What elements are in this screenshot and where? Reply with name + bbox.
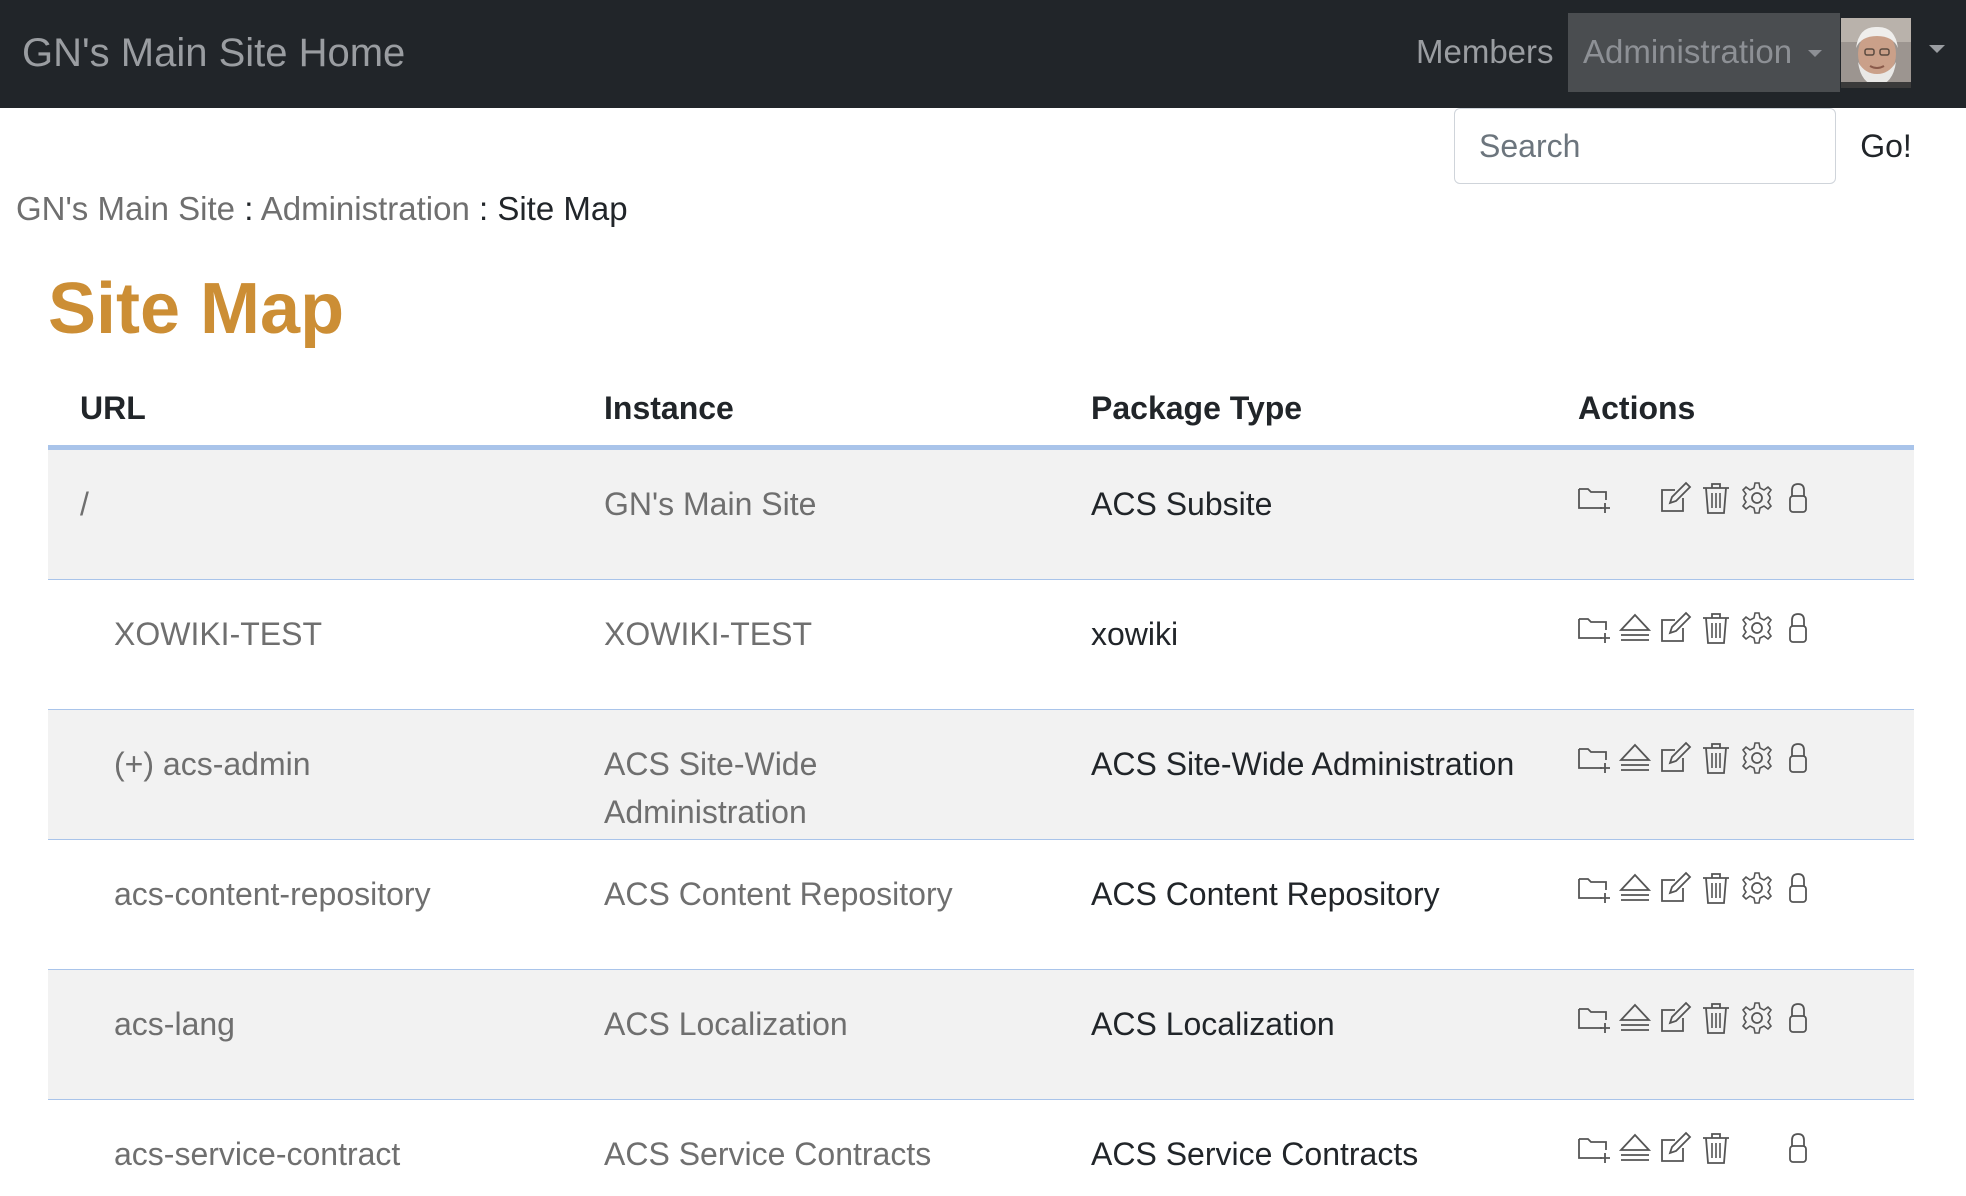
package-type: ACS Service Contracts [1091,1136,1419,1172]
avatar[interactable] [1841,18,1911,88]
permissions-lock-icon[interactable] [1780,740,1816,776]
column-header-actions: Actions [1578,390,1696,426]
table-header: URL Instance Package Type Actions [48,380,1914,450]
settings-icon[interactable] [1739,740,1775,776]
delete-icon[interactable] [1698,610,1734,646]
search-go-button[interactable]: Go! [1838,108,1934,184]
instance-link[interactable]: GN's Main Site [604,480,1024,528]
permissions-lock-icon[interactable] [1780,870,1816,906]
new-folder-icon[interactable] [1576,610,1612,646]
nav-members-link[interactable]: Members [1416,32,1554,72]
unmount-icon[interactable] [1617,740,1653,776]
row-actions [1576,1000,1836,1040]
url-link[interactable]: / [80,480,89,528]
new-folder-icon[interactable] [1576,480,1612,516]
package-type: ACS Site-Wide Administration [1091,746,1515,782]
table-row: acs-service-contract ACS Service Contract… [48,1100,1914,1196]
url-link[interactable]: (+) acs-admin [114,740,311,788]
table-row: acs-lang ACS Localization ACS Localization [48,970,1914,1100]
nav-administration-dropdown[interactable]: Administration [1568,13,1840,92]
permissions-lock-icon[interactable] [1780,1130,1816,1166]
chevron-down-icon [1808,50,1822,57]
edit-icon[interactable] [1657,480,1693,516]
table-row: acs-content-repository ACS Content Reposi… [48,840,1914,970]
url-link[interactable]: acs-content-repository [114,870,431,918]
new-folder-icon[interactable] [1576,740,1612,776]
package-type: ACS Subsite [1091,486,1273,522]
row-actions [1576,870,1836,910]
breadcrumb-separator: : [235,190,261,227]
unmount-icon[interactable] [1617,610,1653,646]
user-menu-chevron-icon[interactable] [1929,45,1945,53]
breadcrumb-home-link[interactable]: GN's Main Site [16,190,235,227]
url-link[interactable]: XOWIKI-TEST [114,610,322,658]
edit-icon[interactable] [1657,870,1693,906]
search-input[interactable] [1454,108,1836,184]
edit-icon[interactable] [1657,610,1693,646]
site-map-table: URL Instance Package Type Actions / GN's … [48,380,1914,1196]
settings-icon[interactable] [1739,1000,1775,1036]
delete-icon[interactable] [1698,740,1734,776]
nav-administration-label: Administration [1583,33,1793,70]
instance-link[interactable]: ACS Site-Wide Administration [604,740,1024,836]
unmount-icon[interactable] [1617,870,1653,906]
site-home-link[interactable]: GN's Main Site Home [22,30,405,76]
delete-icon[interactable] [1698,1130,1734,1166]
row-actions [1576,480,1836,520]
breadcrumb-current: Site Map [497,190,628,227]
settings-icon[interactable] [1739,480,1775,516]
new-folder-icon[interactable] [1576,1000,1612,1036]
table-row: (+) acs-admin ACS Site-Wide Administratio… [48,710,1914,840]
row-actions [1576,740,1836,780]
page-title: Site Map [48,269,345,349]
settings-icon[interactable] [1739,610,1775,646]
table-body: / GN's Main Site ACS Subsite XOWIKI-TEST XOW… [48,450,1914,1196]
edit-icon[interactable] [1657,1000,1693,1036]
new-folder-icon[interactable] [1576,1130,1612,1166]
table-row: / GN's Main Site ACS Subsite [48,450,1914,580]
row-actions [1576,1130,1836,1170]
settings-icon[interactable] [1739,870,1775,906]
breadcrumb-separator: : [469,190,498,227]
instance-link[interactable]: ACS Localization [604,1000,1024,1048]
row-actions [1576,610,1836,650]
instance-link[interactable]: ACS Content Repository [604,870,1024,918]
top-navbar: GN's Main Site Home Members Administrati… [0,0,1966,108]
url-link[interactable]: acs-service-contract [114,1130,400,1178]
breadcrumb: GN's Main Site : Administration : Site M… [16,188,628,230]
package-type: ACS Content Repository [1091,876,1440,912]
table-row: XOWIKI-TEST XOWIKI-TEST xowiki [48,580,1914,710]
instance-link[interactable]: XOWIKI-TEST [604,610,1024,658]
permissions-lock-icon[interactable] [1780,480,1816,516]
delete-icon[interactable] [1698,870,1734,906]
column-header-url: URL [80,390,146,426]
unmount-icon[interactable] [1617,1000,1653,1036]
permissions-lock-icon[interactable] [1780,1000,1816,1036]
delete-icon[interactable] [1698,1000,1734,1036]
url-link[interactable]: acs-lang [114,1000,235,1048]
edit-icon[interactable] [1657,1130,1693,1166]
delete-icon[interactable] [1698,480,1734,516]
unmount-icon[interactable] [1617,1130,1653,1166]
permissions-lock-icon[interactable] [1780,610,1816,646]
column-header-instance: Instance [604,390,734,426]
new-folder-icon[interactable] [1576,870,1612,906]
package-type: ACS Localization [1091,1006,1335,1042]
column-header-package-type: Package Type [1091,390,1303,426]
breadcrumb-administration-link[interactable]: Administration [261,190,470,227]
edit-icon[interactable] [1657,740,1693,776]
instance-link[interactable]: ACS Service Contracts [604,1130,1024,1178]
package-type: xowiki [1091,616,1179,652]
